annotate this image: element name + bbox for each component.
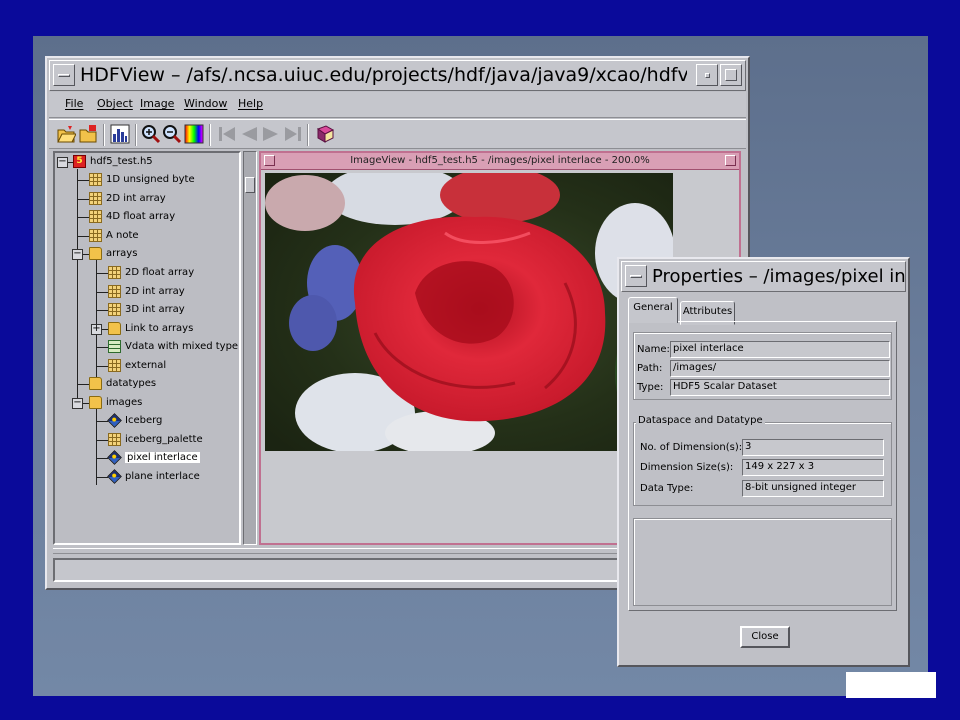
previous-frame-icon[interactable] — [239, 124, 259, 144]
help-book-icon[interactable] — [315, 124, 335, 144]
folder-icon — [89, 376, 102, 390]
tree-item[interactable]: plane interlace — [107, 468, 200, 486]
tab-attributes-label: Attributes — [682, 306, 733, 317]
close-button[interactable]: Close — [740, 626, 790, 648]
table-icon — [89, 191, 102, 205]
h5-file-icon: 5 — [73, 154, 86, 168]
properties-window-menu-button[interactable] — [625, 265, 647, 287]
menu-help[interactable]: Help — [238, 97, 263, 110]
image-view-menu-button[interactable] — [264, 155, 275, 166]
tree-root[interactable]: 5 hdf5_test.h5 — [73, 153, 153, 171]
slide-corner-box — [846, 672, 936, 698]
table-icon — [108, 265, 121, 279]
image-view-maximize-button[interactable] — [725, 155, 736, 166]
empty-group — [633, 518, 892, 606]
tree-item[interactable]: 1D unsigned byte — [89, 171, 195, 189]
tree-item[interactable]: iceberg_palette — [108, 431, 203, 449]
tree-item[interactable]: Iceberg — [107, 412, 162, 430]
name-field[interactable]: pixel interlace — [670, 341, 890, 358]
menu-file[interactable]: File — [65, 97, 83, 110]
object-tree-panel: − 5 hdf5_test.h5 1D unsigned byte 2D int … — [53, 151, 241, 545]
table-icon — [89, 172, 102, 186]
rose-image[interactable] — [265, 173, 673, 451]
toolbar — [49, 119, 746, 149]
path-label: Path: — [637, 363, 663, 374]
images-expander[interactable]: − — [72, 398, 83, 409]
window-menu-button[interactable] — [53, 64, 75, 86]
folder-icon — [108, 321, 121, 335]
size-field[interactable]: 149 x 227 x 3 — [742, 459, 884, 476]
image-icon — [107, 449, 122, 465]
menu-bar: File Object Image Window Help — [49, 92, 746, 118]
properties-dialog: Properties – /images/pixel in General At… — [617, 257, 910, 667]
path-field[interactable]: /images/ — [670, 360, 890, 377]
root-expander[interactable]: − — [57, 157, 68, 168]
dims-field[interactable]: 3 — [742, 439, 884, 456]
folder-icon — [89, 395, 102, 409]
dtype-field[interactable]: 8-bit unsigned integer — [742, 480, 884, 497]
general-group: Name: pixel interlace Path: /images/ Typ… — [633, 332, 892, 400]
tree-item-arrays[interactable]: arrays — [89, 245, 137, 263]
menu-object[interactable]: Object — [97, 97, 133, 110]
link-expander[interactable]: + — [91, 324, 102, 335]
tree-item[interactable]: 2D float array — [108, 264, 194, 282]
image-view-title: ImageView - hdf5_test.h5 - /images/pixel… — [350, 155, 650, 166]
tree-item[interactable]: A note — [89, 227, 139, 245]
vdata-icon — [108, 339, 121, 353]
image-icon — [107, 412, 122, 428]
tree-item[interactable]: datatypes — [89, 375, 156, 393]
table-icon — [89, 228, 102, 242]
tree-item[interactable]: 3D int array — [108, 301, 185, 319]
folder-icon — [89, 246, 102, 260]
tree-item-images[interactable]: images — [89, 394, 142, 412]
tree-item[interactable]: Link to arrays — [108, 320, 193, 338]
tree-item[interactable]: 2D int array — [108, 283, 185, 301]
main-title-bar[interactable]: HDFView – /afs/.ncsa.uiuc.edu/projects/h… — [49, 60, 746, 91]
type-field[interactable]: HDF5 Scalar Dataset — [670, 379, 890, 396]
table-icon — [108, 284, 121, 298]
minimize-button[interactable] — [696, 64, 718, 86]
menu-image[interactable]: Image — [140, 97, 174, 110]
last-frame-icon[interactable] — [283, 124, 303, 144]
general-tab-panel: Name: pixel interlace Path: /images/ Typ… — [628, 321, 897, 611]
table-icon — [108, 358, 121, 372]
tab-general[interactable]: General — [628, 297, 678, 323]
dims-label: No. of Dimension(s): — [640, 442, 743, 453]
open-folder-icon[interactable] — [78, 124, 98, 144]
table-icon — [89, 209, 102, 223]
histogram-icon[interactable] — [110, 124, 130, 144]
tree-item-selected[interactable]: pixel interlace — [107, 449, 200, 467]
open-file-icon[interactable] — [56, 124, 76, 144]
main-window-title: HDFView – /afs/.ncsa.uiuc.edu/projects/h… — [80, 64, 687, 86]
image-icon — [107, 468, 122, 484]
tree-item[interactable]: 2D int array — [89, 190, 166, 208]
tree-scrollbar[interactable] — [243, 151, 257, 545]
first-frame-icon[interactable] — [217, 124, 237, 144]
dataspace-group: Dataspace and Datatype No. of Dimension(… — [633, 415, 892, 506]
menu-window[interactable]: Window — [184, 97, 227, 110]
tree-item[interactable]: 4D float array — [89, 208, 175, 226]
zoom-in-icon[interactable] — [141, 124, 161, 144]
maximize-button[interactable] — [720, 64, 742, 86]
type-label: Type: — [637, 382, 664, 393]
tab-general-label: General — [633, 302, 673, 313]
image-view-title-bar[interactable]: ImageView - hdf5_test.h5 - /images/pixel… — [261, 153, 739, 170]
next-frame-icon[interactable] — [261, 124, 281, 144]
dtype-label: Data Type: — [640, 483, 694, 494]
name-label: Name: — [637, 344, 670, 355]
table-icon — [108, 302, 121, 316]
properties-title: Properties – /images/pixel in — [652, 266, 905, 287]
tree-item[interactable]: Vdata with mixed type — [108, 338, 238, 356]
palette-icon[interactable] — [184, 124, 204, 144]
dataspace-group-title: Dataspace and Datatype — [636, 415, 765, 426]
rose-photo — [265, 173, 673, 451]
table-icon — [108, 432, 121, 446]
zoom-out-icon[interactable] — [162, 124, 182, 144]
properties-title-bar[interactable]: Properties – /images/pixel in — [621, 261, 906, 292]
tree-item[interactable]: external — [108, 357, 166, 375]
size-label: Dimension Size(s): — [640, 462, 734, 473]
arrays-expander[interactable]: − — [72, 249, 83, 260]
